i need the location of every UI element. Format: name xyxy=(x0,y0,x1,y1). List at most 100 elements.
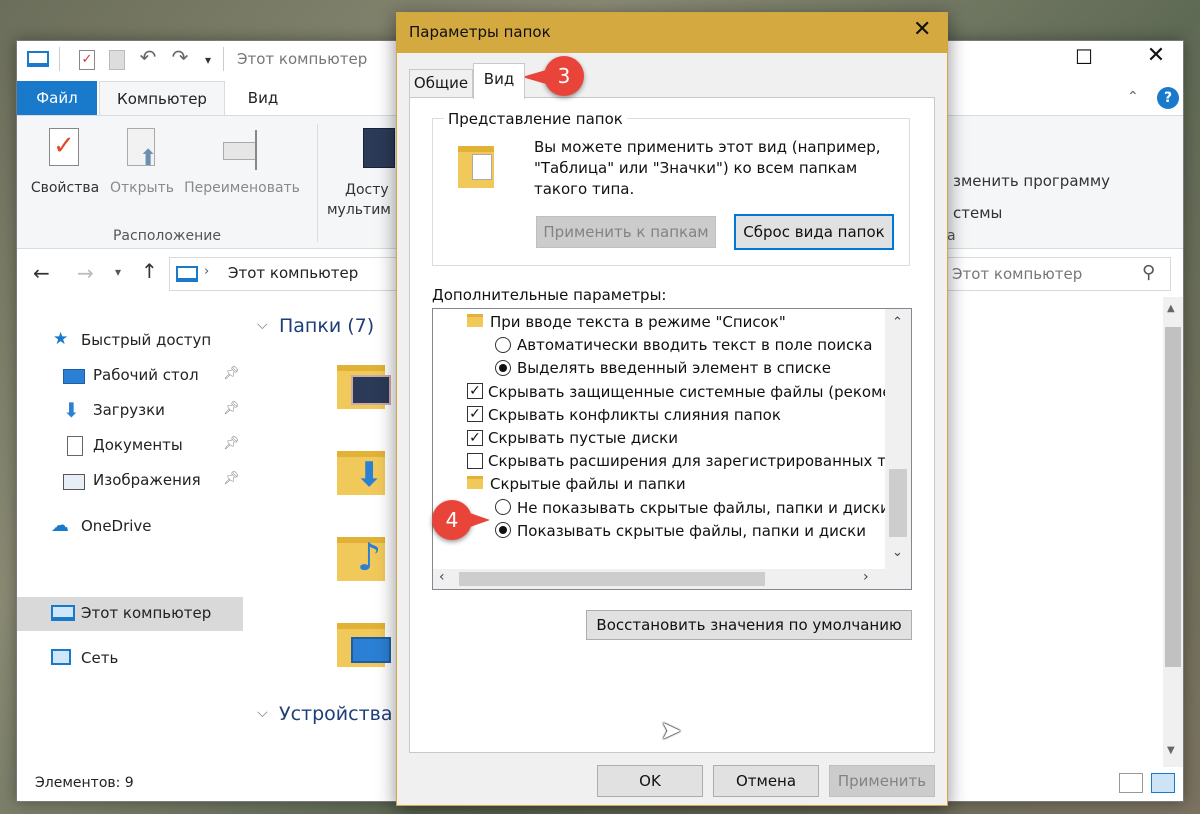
pin-icon[interactable]: 📌︎ xyxy=(223,436,240,451)
back-icon[interactable]: ← xyxy=(33,261,50,285)
sidebar-item-quick-access[interactable]: ★ Быстрый доступ xyxy=(17,329,243,355)
large-icons-view-icon[interactable] xyxy=(1151,773,1175,793)
checkbox-option[interactable]: Скрывать расширения для зарегистрированн… xyxy=(467,450,885,472)
scroll-thumb[interactable] xyxy=(889,469,907,537)
media-server-button[interactable]: Досту мультим xyxy=(323,124,403,218)
reset-folders-button[interactable]: Сброс вида папок xyxy=(734,214,894,250)
restore-defaults-button[interactable]: Восстановить значения по умолчанию xyxy=(586,610,912,640)
search-icon[interactable]: ⚲ xyxy=(1142,262,1155,283)
tab-general[interactable]: Общие xyxy=(409,69,473,97)
collapse-chevron-icon[interactable]: ⌵ xyxy=(257,317,268,333)
callout-pointer-icon xyxy=(470,513,490,527)
sidebar-item-pictures[interactable]: Изображения 📌︎ xyxy=(17,469,243,495)
radio-option[interactable]: Автоматически вводить текст в поле поиск… xyxy=(495,334,872,356)
sidebar-item-desktop[interactable]: Рабочий стол 📌︎ xyxy=(17,364,243,390)
address-bar[interactable]: › Этот компьютер xyxy=(169,257,399,291)
radio-button[interactable] xyxy=(495,336,511,353)
ribbon-divider xyxy=(317,124,318,242)
sidebar-item-onedrive[interactable]: ☁ OneDrive xyxy=(17,515,243,541)
radio-button[interactable] xyxy=(495,499,511,516)
checkbox-option[interactable]: ✓ Скрывать защищенные системные файлы (ре… xyxy=(467,381,885,403)
folder-icon xyxy=(467,314,483,327)
radio-option[interactable]: Выделять введенный элемент в списке xyxy=(495,357,831,379)
apply-to-folders-button[interactable]: Применить к папкам xyxy=(536,216,716,248)
scroll-right-icon[interactable]: › xyxy=(863,569,869,585)
tree-vertical-scrollbar[interactable]: ⌃ ⌄ xyxy=(885,309,911,569)
pin-icon[interactable]: 📌︎ xyxy=(223,366,240,381)
sidebar-item-downloads[interactable]: ⬇ Загрузки 📌︎ xyxy=(17,398,243,425)
rename-button[interactable]: Переименовать xyxy=(179,124,305,208)
sidebar-item-documents[interactable]: Документы 📌︎ xyxy=(17,434,243,460)
radio-option[interactable]: Не показывать скрытые файлы, папки и дис… xyxy=(495,497,885,519)
sidebar-item-network[interactable]: Сеть xyxy=(17,647,243,673)
scroll-thumb[interactable] xyxy=(1165,327,1181,667)
option-label: Скрывать пустые диски xyxy=(488,429,678,447)
desktop-folder[interactable] xyxy=(337,615,397,671)
apply-button[interactable]: Применить xyxy=(829,765,935,797)
content-scrollbar[interactable]: ▲ ▼ xyxy=(1163,297,1183,767)
checkbox[interactable] xyxy=(467,452,483,469)
rename-cursor-icon xyxy=(255,130,257,170)
sidebar-item-this-pc[interactable]: Этот компьютер xyxy=(17,597,243,631)
recent-dropdown-icon[interactable]: ▾ xyxy=(115,265,121,279)
radio-option[interactable]: Показывать скрытые файлы, папки и диски xyxy=(495,520,866,542)
checkbox[interactable]: ✓ xyxy=(467,406,483,423)
open-button[interactable]: ⬆ Открыть xyxy=(107,124,177,208)
redo-icon[interactable]: ↷ xyxy=(169,47,191,67)
pin-icon[interactable]: 📌︎ xyxy=(223,471,240,486)
tab-file[interactable]: Файл xyxy=(17,81,97,115)
advanced-settings-label: Дополнительные параметры: xyxy=(432,286,667,304)
content-pane: ⌵ Папки (7) ⬇ ♪ ⌵ Устройства xyxy=(243,297,397,767)
details-view-icon[interactable] xyxy=(1119,773,1143,793)
checkbox[interactable]: ✓ xyxy=(467,383,483,400)
pictures-icon xyxy=(63,474,85,490)
maximize-icon[interactable]: ☐ xyxy=(1069,45,1099,69)
dialog-close-icon[interactable]: ✕ xyxy=(913,17,931,42)
callout-pointer-icon xyxy=(522,70,546,84)
cancel-button[interactable]: Отмена xyxy=(713,765,819,797)
scroll-down-icon[interactable]: ⌄ xyxy=(892,545,903,560)
ok-button[interactable]: OK xyxy=(597,765,703,797)
tab-computer[interactable]: Компьютер xyxy=(99,81,225,115)
tab-view[interactable]: Вид xyxy=(473,63,525,99)
downloads-folder[interactable]: ⬇ xyxy=(337,443,397,499)
properties-qat-icon[interactable]: ✓ xyxy=(79,50,95,70)
videos-folder[interactable] xyxy=(337,357,397,413)
option-group: Скрытые файлы и папки xyxy=(467,473,686,495)
scroll-down-icon[interactable]: ▼ xyxy=(1167,745,1175,756)
system-label[interactable]: стемы xyxy=(953,204,1002,222)
sidebar-item-label: Изображения xyxy=(93,471,201,489)
scroll-up-icon[interactable]: ▲ xyxy=(1167,303,1175,314)
radio-button[interactable] xyxy=(495,359,511,376)
scroll-left-icon[interactable]: ‹ xyxy=(439,569,445,585)
checkbox[interactable]: ✓ xyxy=(467,429,483,446)
search-placeholder: Этот компьютер xyxy=(952,265,1083,283)
change-program-label[interactable]: зменить программу xyxy=(953,172,1110,190)
scroll-up-icon[interactable]: ⌃ xyxy=(892,315,903,330)
new-folder-qat-icon[interactable] xyxy=(109,50,125,70)
up-icon[interactable]: ↑ xyxy=(141,259,158,283)
music-folder[interactable]: ♪ xyxy=(337,529,397,585)
close-icon[interactable]: ✕ xyxy=(1141,43,1171,68)
breadcrumb-chevron-icon[interactable]: › xyxy=(204,264,209,279)
help-icon[interactable]: ? xyxy=(1157,87,1179,109)
tree-horizontal-scrollbar[interactable]: ‹ › xyxy=(433,569,911,589)
qat-dropdown-icon[interactable]: ▾ xyxy=(201,52,215,68)
devices-heading[interactable]: Устройства xyxy=(279,703,392,725)
folder-views-text-1: Вы можете применить этот вид (например, xyxy=(534,138,881,156)
scroll-thumb[interactable] xyxy=(459,572,765,586)
folders-heading[interactable]: Папки (7) xyxy=(279,315,374,337)
search-box[interactable]: Этот компьютер ⚲ xyxy=(945,257,1171,291)
address-path: Этот компьютер xyxy=(228,264,359,282)
radio-button[interactable] xyxy=(495,522,511,539)
collapse-chevron-icon[interactable]: ⌵ xyxy=(257,705,268,721)
checkbox-option[interactable]: ✓ Скрывать пустые диски xyxy=(467,427,678,449)
tab-view[interactable]: Вид xyxy=(231,81,295,115)
pin-icon[interactable]: 📌︎ xyxy=(223,401,240,416)
collapse-ribbon-icon[interactable]: ⌃ xyxy=(1127,89,1139,105)
undo-icon[interactable]: ↶ xyxy=(137,47,159,67)
forward-icon[interactable]: → xyxy=(77,261,94,285)
properties-button[interactable]: ✓ Свойства xyxy=(25,124,105,208)
step-3-callout: 3 xyxy=(544,56,584,96)
checkbox-option[interactable]: ✓ Скрывать конфликты слияния папок xyxy=(467,404,781,426)
